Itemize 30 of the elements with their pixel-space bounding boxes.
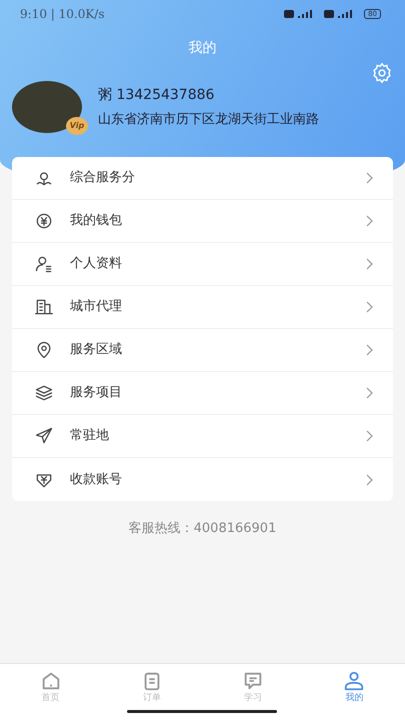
vip-badge: Vip: [66, 117, 88, 135]
chevron-right-icon: [366, 387, 373, 399]
menu-item[interactable]: 我的钱包: [12, 200, 393, 243]
menu-item[interactable]: 常驻地: [12, 415, 393, 458]
menu-item[interactable]: 服务区域: [12, 329, 393, 372]
status-time: 9:10 | 10.0K/s: [20, 6, 105, 23]
wallet-icon: [34, 211, 54, 231]
hotline-text: 客服热线：4008166901: [128, 521, 276, 536]
study-icon: [242, 670, 264, 692]
chevron-right-icon: [366, 301, 373, 313]
layers-icon: [34, 383, 54, 403]
chevron-right-icon: [366, 474, 373, 486]
chevron-right-icon: [366, 258, 373, 270]
menu-item[interactable]: 个人资料: [12, 243, 393, 286]
menu-item[interactable]: 收款账号: [12, 458, 393, 501]
user-address: 山东省济南市历下区龙湖天街工业南路: [98, 110, 319, 129]
menu-item[interactable]: 综合服务分: [12, 157, 393, 200]
me-icon: [343, 670, 366, 692]
settings-icon[interactable]: [371, 62, 393, 84]
person-icon: [34, 254, 54, 274]
page-title: 我的: [188, 40, 216, 56]
chevron-right-icon: [366, 344, 373, 356]
menu-item[interactable]: 服务项目: [12, 372, 393, 415]
chevron-right-icon: [366, 215, 373, 227]
building-icon: [34, 297, 54, 317]
menu-item[interactable]: 城市代理: [12, 286, 393, 329]
chevron-right-icon: [366, 172, 373, 184]
plane-icon: [34, 426, 54, 446]
user-name-phone: 粥 13425437886: [98, 86, 216, 105]
chevron-right-icon: [366, 430, 373, 442]
